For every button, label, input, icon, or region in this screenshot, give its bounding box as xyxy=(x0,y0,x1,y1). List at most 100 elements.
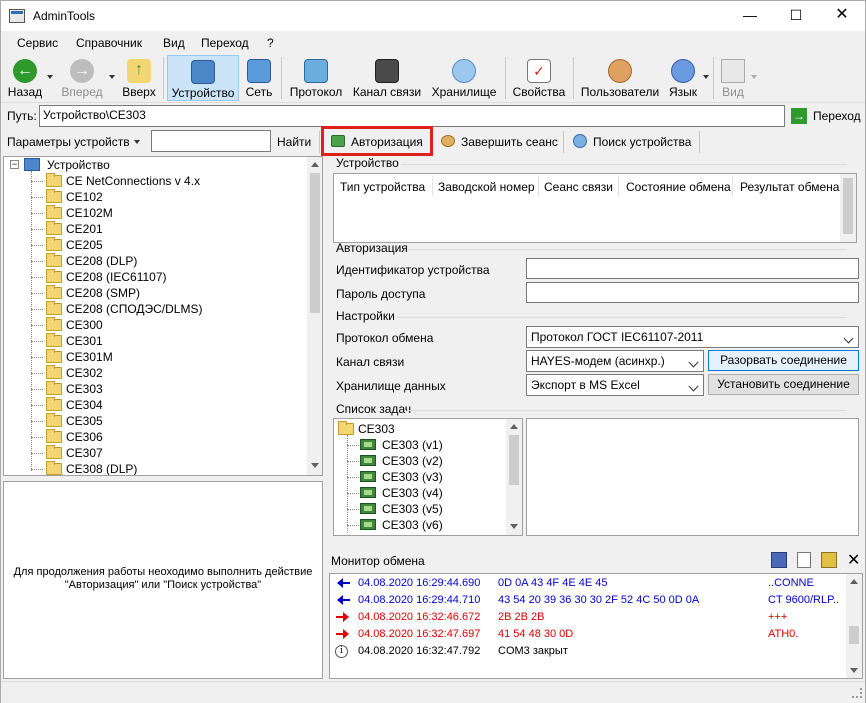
storage-select[interactable]: Экспорт в MS Excel xyxy=(526,374,704,396)
tree-scroll-thumb[interactable] xyxy=(310,173,320,313)
tree-root[interactable]: − Устройство xyxy=(10,157,300,173)
up-button[interactable]: ↑ Вверх xyxy=(119,55,159,101)
tree-item[interactable]: CE205 xyxy=(46,237,296,253)
tree-item[interactable]: CE102 xyxy=(46,189,296,205)
clear-icon[interactable] xyxy=(821,552,837,568)
tree-item[interactable]: CE307 xyxy=(46,445,296,461)
resize-grip-icon[interactable] xyxy=(852,688,862,698)
tree-item[interactable]: CE303 xyxy=(46,381,296,397)
monitor-scrollbar[interactable] xyxy=(846,574,862,678)
close-monitor-icon[interactable]: ✕ xyxy=(847,550,860,570)
device-search-button[interactable]: Поиск устройства xyxy=(573,133,697,153)
language-icon xyxy=(671,59,695,83)
tree-item[interactable]: CE NetConnections v 4.x xyxy=(46,173,296,189)
tree-item[interactable]: CE208 (IEC61107) xyxy=(46,269,296,285)
tree-item-label: CE201 xyxy=(66,222,103,236)
device-id-input[interactable] xyxy=(526,258,859,279)
protocol-select[interactable]: Протокол ГОСТ IEC61107-2011 xyxy=(526,326,859,348)
tree-item[interactable]: CE301 xyxy=(46,333,296,349)
task-item[interactable]: CE303 (v5) xyxy=(360,501,500,517)
end-session-icon xyxy=(441,135,455,147)
tree-item[interactable]: CE300 xyxy=(46,317,296,333)
password-input[interactable] xyxy=(526,282,859,303)
back-dropdown-icon[interactable] xyxy=(47,75,53,79)
tree-item[interactable]: CE102M xyxy=(46,205,296,221)
end-session-button[interactable]: Завершить сеанс xyxy=(441,133,559,153)
tree-item[interactable]: CE208 (SMP) xyxy=(46,285,296,301)
col-exchange-result[interactable]: Результат обмена xyxy=(740,180,839,194)
log-row[interactable]: 04.08.2020 16:29:44.710 43 54 20 39 36 30… xyxy=(330,592,844,609)
log-row[interactable]: 04.08.2020 16:32:46.672 2B 2B 2B +++ xyxy=(330,609,844,626)
tree-item[interactable]: CE306 xyxy=(46,429,296,445)
device-params-dropdown[interactable]: Параметры устройств xyxy=(7,135,130,149)
storage-button[interactable]: Хранилище xyxy=(427,55,501,101)
task-scrollbar[interactable] xyxy=(506,419,522,535)
tree-item-label: CE208 (IEC61107) xyxy=(66,270,167,284)
device-button[interactable]: Устройство xyxy=(167,55,239,101)
language-button[interactable]: Язык xyxy=(665,55,701,101)
maximize-button[interactable]: ☐ xyxy=(773,1,819,31)
view-dropdown-icon[interactable] xyxy=(751,75,757,79)
forward-button[interactable]: → Вперед xyxy=(57,55,107,101)
go-arrow-icon[interactable]: → xyxy=(791,108,807,124)
language-dropdown-icon[interactable] xyxy=(703,75,709,79)
task-item[interactable]: CE303 (v3) xyxy=(360,469,500,485)
task-item[interactable]: CE303 (v4) xyxy=(360,485,500,501)
col-serial[interactable]: Заводской номер xyxy=(438,180,535,194)
tree-item[interactable]: CE208 (СПОДЭС/DLMS) xyxy=(46,301,296,317)
meter-icon xyxy=(360,503,376,514)
minimize-button[interactable]: — xyxy=(727,1,773,31)
scroll-down-arrow[interactable] xyxy=(311,463,319,468)
menu-service[interactable]: Сервис xyxy=(17,36,58,50)
channel-button[interactable]: Канал связи xyxy=(349,55,425,101)
network-button[interactable]: Сеть xyxy=(241,55,277,101)
tree-item-label: CE305 xyxy=(66,414,103,428)
find-button[interactable]: Найти xyxy=(277,135,311,149)
search-input[interactable] xyxy=(151,130,271,152)
scroll-up-arrow[interactable] xyxy=(311,162,319,167)
tree-item[interactable]: CE305 xyxy=(46,413,296,429)
col-exchange-state[interactable]: Состояние обмена xyxy=(626,180,731,194)
tree-item-label: CE304 xyxy=(66,398,103,412)
menu-view[interactable]: Вид xyxy=(163,36,185,50)
task-item[interactable]: CE303 (v2) xyxy=(360,453,500,469)
channel-select[interactable]: HAYES-модем (асинхр.) xyxy=(526,350,704,372)
tree-item[interactable]: CE302 xyxy=(46,365,296,381)
message-panel: Для продолжения работы неоходимо выполни… xyxy=(3,481,323,679)
params-dropdown-icon[interactable] xyxy=(134,140,140,144)
tree-item[interactable]: CE304 xyxy=(46,397,296,413)
connect-button[interactable]: Установить соединение xyxy=(708,374,859,395)
log-row[interactable]: 04.08.2020 16:32:47.697 41 54 48 30 0D ATH… xyxy=(330,626,844,643)
folder-icon xyxy=(46,221,62,235)
back-button[interactable]: ← Назад xyxy=(5,55,45,101)
log-row[interactable]: i 04.08.2020 16:32:47.792 COM3 закрыт xyxy=(330,643,844,660)
protocol-button[interactable]: Протокол xyxy=(285,55,347,101)
menu-reference[interactable]: Справочник xyxy=(76,36,142,50)
path-input[interactable]: Устройство\CE303 xyxy=(39,105,785,127)
col-session[interactable]: Сеанс связи xyxy=(544,180,613,194)
task-item[interactable]: CE303 (v6) xyxy=(360,517,500,533)
task-item-label: CE303 (v2) xyxy=(382,454,443,468)
disconnect-button[interactable]: Разорвать соединение xyxy=(708,350,859,371)
menu-help[interactable]: ? xyxy=(267,36,274,50)
log-row[interactable]: 04.08.2020 16:29:44.690 0D 0A 43 4F 4E 4E… xyxy=(330,575,844,592)
properties-button[interactable]: ✓ Свойства xyxy=(509,55,569,101)
forward-dropdown-icon[interactable] xyxy=(109,75,115,79)
col-device-type[interactable]: Тип устройства xyxy=(340,180,425,194)
task-tree-root[interactable]: CE303 xyxy=(338,421,498,437)
save-icon[interactable] xyxy=(771,552,787,568)
users-button[interactable]: Пользователи xyxy=(577,55,663,101)
task-item[interactable]: CE303 (v1) xyxy=(360,437,500,453)
tree-item[interactable]: CE308 (DLP) xyxy=(46,461,296,475)
go-button[interactable]: Переход xyxy=(813,109,861,123)
view-button[interactable]: Вид xyxy=(717,55,749,101)
tree-scrollbar[interactable] xyxy=(307,157,322,475)
close-button[interactable]: ✕ xyxy=(819,1,865,31)
table-scrollbar[interactable] xyxy=(840,174,856,242)
document-icon[interactable] xyxy=(797,552,811,568)
tree-item[interactable]: CE208 (DLP) xyxy=(46,253,296,269)
tree-item[interactable]: CE201 xyxy=(46,221,296,237)
tree-item[interactable]: CE301M xyxy=(46,349,296,365)
menu-navigate[interactable]: Переход xyxy=(201,36,249,50)
collapse-icon[interactable]: − xyxy=(10,160,19,169)
